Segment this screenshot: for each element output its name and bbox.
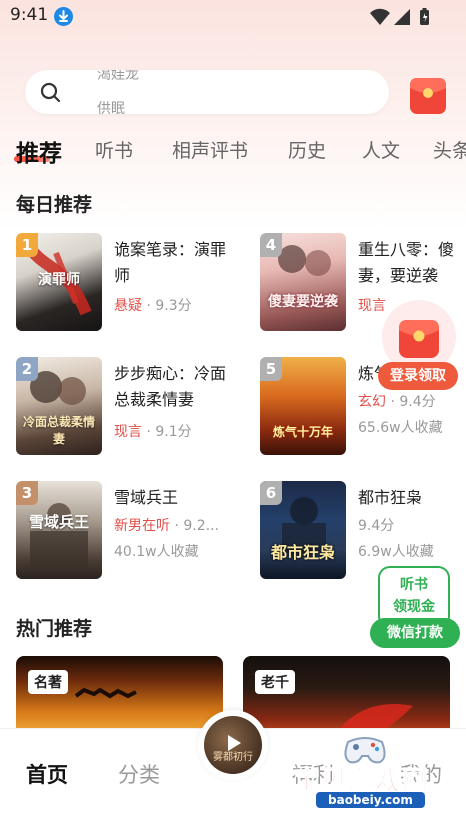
rank-badge: 2 — [16, 357, 38, 381]
cover-title: 炼气十万年 — [272, 425, 333, 439]
rank-badge: 3 — [16, 481, 38, 505]
rank-badge: 5 — [260, 357, 282, 381]
book-meta: 玄幻 · 9.4分 — [358, 394, 436, 410]
book-category: 新男在听 — [114, 518, 170, 534]
disc-cover: 雾都初行 — [204, 716, 262, 774]
search-hint-bottom: 供眠 — [97, 101, 125, 114]
book-cover[interactable]: 6 都市狂枭 — [260, 481, 346, 579]
login-reward-button[interactable]: 登录领取 — [378, 362, 458, 390]
status-bar: 9:41 — [0, 0, 466, 32]
book-title[interactable]: 都市狂枭 — [358, 485, 466, 511]
nav-home[interactable]: 首页 — [26, 759, 68, 789]
search-hint-top: 渴娃龙 — [97, 70, 139, 83]
book-category: 玄幻 — [358, 394, 386, 410]
book-score: 9.4分 — [399, 394, 436, 410]
book-title[interactable]: 诡案笔录：演罪师 — [114, 237, 232, 289]
play-icon — [228, 735, 241, 751]
book-title[interactable]: 步步痴心：冷面总裁柔情妻 — [114, 361, 232, 413]
book-score: 9.2... — [183, 518, 219, 534]
book-cover[interactable]: 1 演罪师 — [16, 233, 102, 331]
hot-card-tag: 名著 — [28, 670, 68, 694]
download-icon — [54, 7, 73, 26]
book-category: 悬疑 — [114, 298, 142, 314]
tab-headlines[interactable]: 头条 — [433, 136, 466, 163]
book-favorites: 40.1w人收藏 — [114, 544, 199, 560]
cover-title: 傻妻要逆袭 — [268, 294, 338, 310]
book-cover[interactable]: 3 雪域兵王 — [16, 481, 102, 579]
red-packet-icon[interactable] — [409, 76, 447, 120]
book-card[interactable]: 1 演罪师 诡案笔录：演罪师 悬疑 · 9.3分 — [16, 233, 236, 333]
login-reward-float[interactable]: 登录领取 — [378, 300, 458, 392]
book-meta: 悬疑 · 9.3分 — [114, 298, 192, 314]
watermark: 宝贝游戏网 baobeiy.com — [293, 732, 466, 822]
cover-title: 演罪师 — [38, 272, 80, 288]
book-title[interactable]: 雪域兵王 — [114, 485, 232, 511]
wechat-cash-float[interactable]: 听书 领现金 微信打款 — [370, 566, 460, 650]
tab-humanities[interactable]: 人文 — [362, 136, 400, 163]
book-score: 9.1分 — [155, 424, 192, 440]
book-cover[interactable]: 4 傻妻要逆袭 — [260, 233, 346, 331]
wechat-cash-line2: 领现金 — [393, 599, 435, 615]
nav-category[interactable]: 分类 — [118, 759, 160, 789]
search-icon — [39, 81, 63, 109]
rank-badge: 1 — [16, 233, 38, 257]
section-title-hot: 热门推荐 — [16, 618, 93, 640]
cover-title: 都市狂枭 — [270, 543, 335, 562]
book-meta: 新男在听 · 9.2... — [114, 518, 219, 534]
category-tabs: 推荐 听书 相声评书 历史 人文 头条 — [0, 134, 466, 174]
signal-icon — [394, 9, 410, 25]
book-meta: 现言 · 9.1分 — [114, 424, 192, 440]
search-bar[interactable]: 渴娃龙 供眠 — [25, 70, 389, 114]
status-time: 9:41 — [10, 5, 49, 25]
hot-card[interactable]: 名著 — [16, 656, 223, 736]
book-title[interactable]: 重生八零：傻妻，要逆袭 — [358, 237, 462, 289]
now-playing-disc[interactable]: 雾都初行 — [198, 710, 268, 780]
book-cover[interactable]: 2 冷面总裁柔情妻 — [16, 357, 102, 455]
section-title-daily: 每日推荐 — [16, 194, 93, 216]
red-packet-icon — [399, 320, 439, 358]
book-favorites: 65.6w人收藏 — [358, 420, 443, 436]
hot-card-tag: 老千 — [255, 670, 295, 694]
cover-title: 冷面总裁柔情妻 — [22, 415, 95, 446]
tab-history[interactable]: 历史 — [288, 136, 326, 163]
tab-audiobook[interactable]: 听书 — [95, 136, 133, 163]
book-cover[interactable]: 5 炼气十万年 — [260, 357, 346, 455]
book-score: 9.4分 — [358, 518, 395, 534]
rank-badge: 4 — [260, 233, 282, 257]
cover-title: 雪域兵王 — [28, 513, 89, 531]
book-category: 现言 — [114, 424, 142, 440]
wechat-payout-button[interactable]: 微信打款 — [370, 618, 460, 648]
wechat-cash-line1: 听书 — [400, 577, 428, 593]
tab-crosstalk[interactable]: 相声评书 — [172, 136, 248, 163]
book-favorites: 6.9w人收藏 — [358, 544, 434, 560]
wifi-icon — [370, 8, 390, 26]
rank-badge: 6 — [260, 481, 282, 505]
hot-card[interactable]: 老千 — [243, 656, 450, 736]
status-icons — [368, 7, 430, 31]
book-card[interactable]: 3 雪域兵王 雪域兵王 新男在听 · 9.2... 40.1w人收藏 — [16, 481, 236, 581]
watermark-url: baobeiy.com — [316, 792, 425, 808]
tab-recommend[interactable]: 推荐 — [16, 134, 62, 168]
book-card[interactable]: 2 冷面总裁柔情妻 步步痴心：冷面总裁柔情妻 现言 · 9.1分 — [16, 357, 236, 457]
book-score: 9.3分 — [155, 298, 192, 314]
